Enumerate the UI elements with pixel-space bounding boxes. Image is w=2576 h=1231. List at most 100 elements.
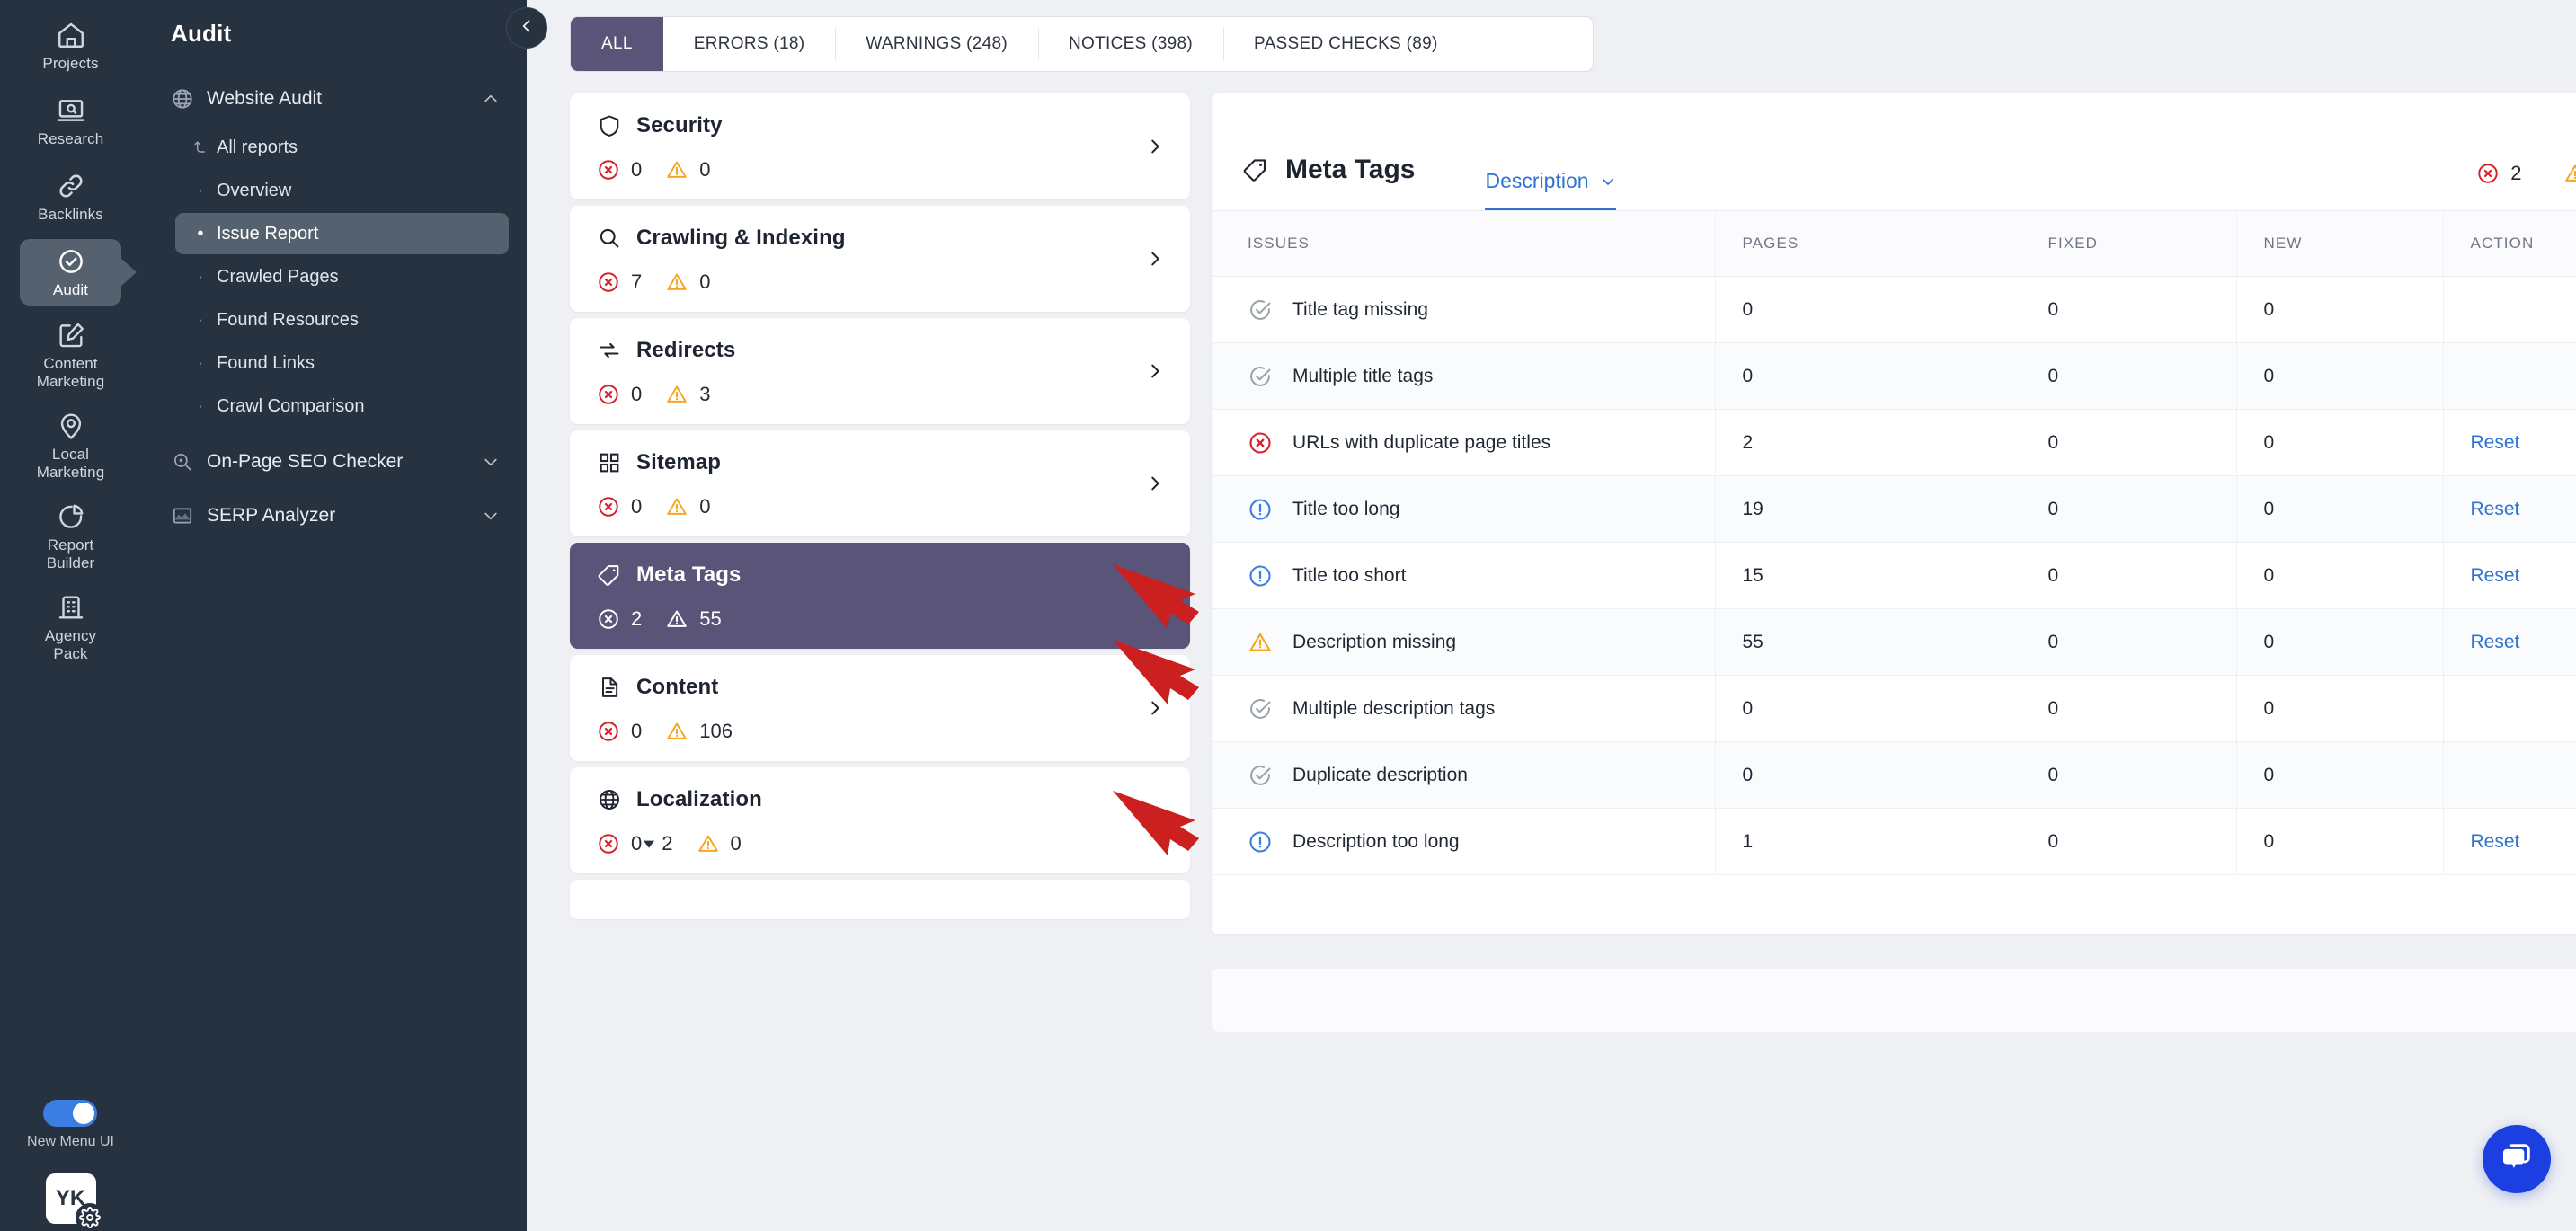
- sidebar-group-header-website-audit[interactable]: Website Audit: [159, 78, 509, 120]
- chevron-down-icon[interactable]: [482, 507, 500, 525]
- edit-square-icon: [56, 320, 86, 350]
- reset-button[interactable]: Reset: [2471, 831, 2520, 852]
- rail-item-audit[interactable]: Audit: [20, 239, 121, 306]
- tab-passed-checks[interactable]: PASSED CHECKS (89): [1223, 17, 1469, 71]
- sidebar-group-header-serp-analyzer[interactable]: SERP Analyzer: [159, 495, 509, 536]
- rail-item-content-marketing[interactable]: Content Marketing: [20, 314, 121, 396]
- warning-stat: 3: [665, 383, 711, 406]
- issue-pages: 0: [1714, 276, 2021, 343]
- shield-icon: [597, 113, 622, 138]
- warning-stat: 0: [665, 270, 711, 294]
- reset-button[interactable]: Reset: [2471, 632, 2520, 652]
- error-stat: 0 2: [597, 832, 673, 855]
- sidebar-item-crawled-pages[interactable]: · Crawled Pages: [175, 256, 509, 297]
- tab-all[interactable]: ALL: [571, 17, 663, 71]
- sidebar-item-crawl-comparison[interactable]: · Crawl Comparison: [175, 385, 509, 427]
- rail-item-research[interactable]: Research: [20, 88, 121, 155]
- info-circle-icon: [1248, 497, 1273, 522]
- globe-icon: [171, 87, 194, 111]
- panel-title-group: Meta Tags: [1242, 155, 1415, 210]
- rail-item-report-builder[interactable]: Report Builder: [20, 496, 121, 578]
- sidebar-item-overview[interactable]: · Overview: [175, 170, 509, 211]
- issue-fixed: 0: [2020, 808, 2236, 875]
- secondary-sidebar: Audit Website Audit All reports · Overvi…: [141, 0, 547, 1231]
- bullet-dot-icon: ·: [198, 354, 203, 371]
- error-count: 7: [631, 270, 643, 293]
- globe-icon: [597, 787, 622, 812]
- tab-errors[interactable]: ERRORS (18): [663, 17, 836, 71]
- table-row[interactable]: Multiple description tags 0 0 0: [1212, 675, 2576, 742]
- category-card-redirects[interactable]: Redirects 0 3: [570, 318, 1190, 424]
- category-card-security[interactable]: Security 0 0: [570, 93, 1190, 199]
- column-header-issues[interactable]: ISSUES: [1212, 210, 1715, 277]
- table-row[interactable]: Title too long 19 0 0 Reset: [1212, 475, 2576, 543]
- issue-detail-panel: Meta Tags Description 2 ISSUES PAGES FIX…: [1212, 93, 2576, 934]
- warning-triangle-icon: [667, 498, 687, 515]
- info-circle-icon: [1248, 563, 1273, 589]
- category-card-next-partial[interactable]: [570, 880, 1190, 919]
- error-count: 2: [631, 607, 643, 630]
- sidebar-item-label: Found Resources: [217, 309, 359, 330]
- category-card-meta-tags[interactable]: Meta Tags 2 55: [570, 543, 1190, 649]
- rail-label: Report Builder: [46, 536, 95, 571]
- chat-launcher-button[interactable]: [2483, 1125, 2551, 1193]
- tab-notices[interactable]: NOTICES (398): [1038, 17, 1223, 71]
- error-stat: 0: [597, 383, 642, 406]
- sidebar-item-all-reports[interactable]: All reports: [175, 127, 509, 168]
- category-card-list: Security 0 0 Crawling & Indexing 7 0 Red…: [570, 93, 1190, 1231]
- rail-item-agency-pack[interactable]: Agency Pack: [20, 587, 121, 669]
- table-row[interactable]: Title tag missing 0 0 0: [1212, 276, 2576, 343]
- rail-item-backlinks[interactable]: Backlinks: [20, 164, 121, 230]
- category-stats: 0 2 0: [597, 832, 1163, 855]
- table-row[interactable]: URLs with duplicate page titles 2 0 0 Re…: [1212, 409, 2576, 476]
- category-stats: 0 3: [597, 383, 1163, 406]
- column-header-pages[interactable]: PAGES: [1714, 210, 2021, 277]
- column-header-fixed[interactable]: FIXED: [2020, 210, 2236, 277]
- new-menu-ui-toggle[interactable]: [43, 1100, 98, 1127]
- sidebar-group-website-audit: Website Audit All reports · Overview • I…: [159, 78, 509, 427]
- table-row[interactable]: Description too long 1 0 0 Reset: [1212, 808, 2576, 875]
- warning-count: 3: [699, 383, 711, 405]
- sidebar-item-issue-report[interactable]: • Issue Report: [175, 213, 509, 254]
- rail-item-projects[interactable]: Projects: [20, 13, 121, 79]
- chevron-right-icon[interactable]: [1145, 137, 1165, 156]
- rail-item-local-marketing[interactable]: Local Marketing: [20, 405, 121, 487]
- chevron-right-icon[interactable]: [1145, 474, 1165, 493]
- chevron-right-icon[interactable]: [1145, 698, 1165, 718]
- warning-stat: 0: [697, 832, 742, 855]
- issue-fixed: 0: [2020, 608, 2236, 676]
- gear-icon[interactable]: [75, 1203, 104, 1231]
- rail-label: Local Marketing: [36, 446, 105, 481]
- category-card-crawling-indexing[interactable]: Crawling & Indexing 7 0: [570, 206, 1190, 312]
- category-card-localization[interactable]: Localization 0 2 0: [570, 767, 1190, 873]
- panel-header: Meta Tags Description 2: [1212, 93, 2576, 210]
- warning-triangle-icon: [697, 835, 718, 852]
- reset-button[interactable]: Reset: [2471, 499, 2520, 519]
- table-row[interactable]: Description missing 55 0 0 Reset: [1212, 608, 2576, 676]
- table-row[interactable]: Multiple title tags 0 0 0: [1212, 342, 2576, 410]
- category-card-sitemap[interactable]: Sitemap 0 0: [570, 430, 1190, 536]
- tab-warnings[interactable]: WARNINGS (248): [835, 17, 1038, 71]
- issue-name: Duplicate description: [1292, 765, 1468, 785]
- column-header-new[interactable]: NEW: [2235, 210, 2443, 277]
- reset-button[interactable]: Reset: [2471, 432, 2520, 453]
- table-row[interactable]: Title too short 15 0 0 Reset: [1212, 542, 2576, 609]
- error-circle-icon: [599, 272, 618, 292]
- chevron-right-icon[interactable]: [1145, 249, 1165, 269]
- chevron-right-icon[interactable]: [1145, 361, 1165, 381]
- category-card-content[interactable]: Content 0 106: [570, 655, 1190, 761]
- chevron-up-icon[interactable]: [482, 90, 500, 108]
- chevron-down-icon[interactable]: [482, 453, 500, 471]
- issue-pages: 1: [1714, 808, 2021, 875]
- panel-tab-description[interactable]: Description: [1485, 169, 1616, 210]
- category-stats: 7 0: [597, 270, 1163, 294]
- sidebar-item-found-links[interactable]: · Found Links: [175, 342, 509, 384]
- reset-button[interactable]: Reset: [2471, 565, 2520, 586]
- chevron-right-icon[interactable]: [1145, 810, 1165, 830]
- sidebar-item-found-resources[interactable]: · Found Resources: [175, 299, 509, 341]
- sidebar-group-header-onpage-seo-checker[interactable]: On-Page SEO Checker: [159, 441, 509, 483]
- sidebar-collapse-button[interactable]: [506, 7, 547, 49]
- table-row[interactable]: Duplicate description 0 0 0: [1212, 741, 2576, 809]
- panel-warning-count-group: 55: [2563, 162, 2576, 185]
- chevron-right-icon[interactable]: [1145, 586, 1165, 606]
